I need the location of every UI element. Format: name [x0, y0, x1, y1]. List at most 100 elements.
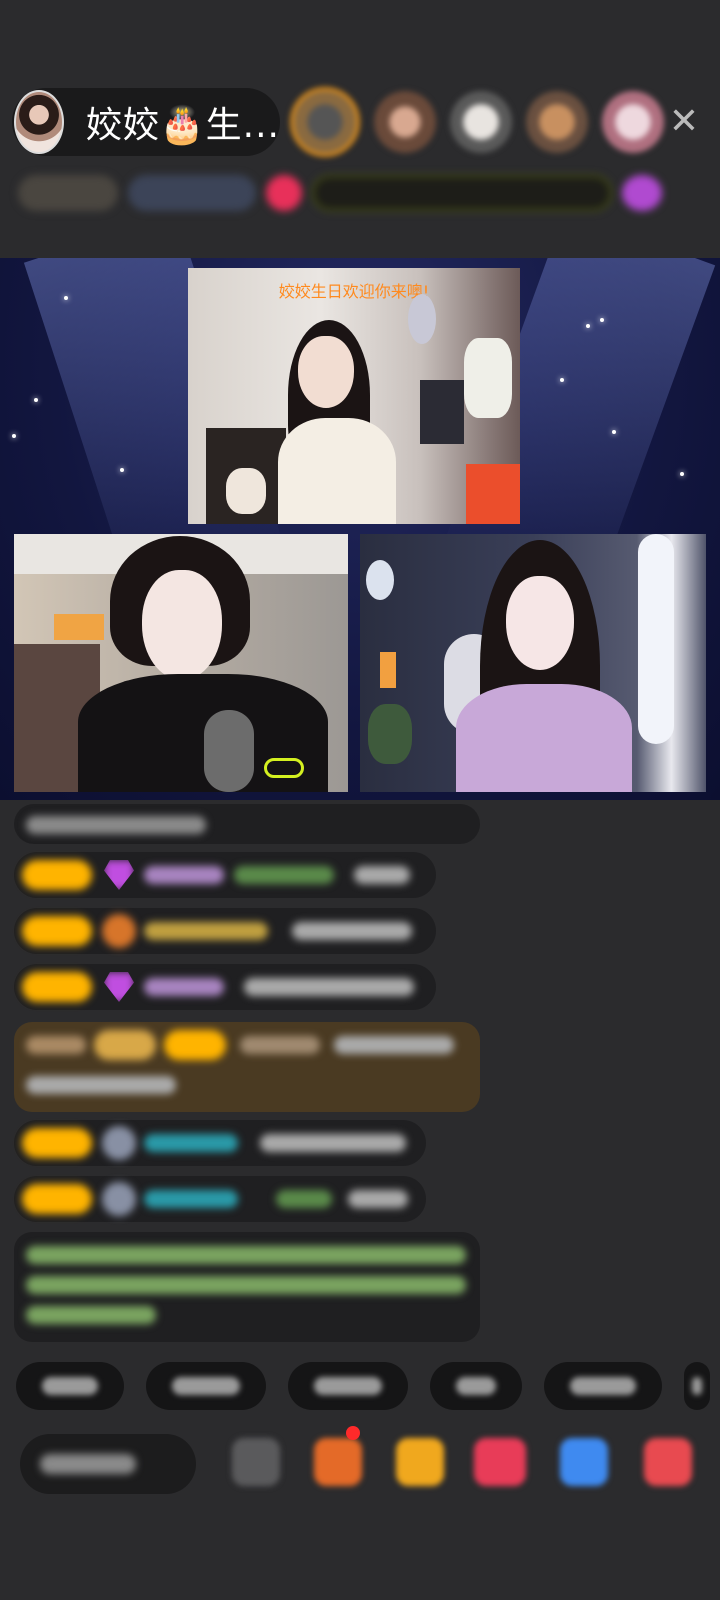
- star: [12, 434, 16, 438]
- activity-icon[interactable]: [622, 175, 662, 211]
- quick-reply-button[interactable]: [146, 1362, 266, 1410]
- message-text: [292, 922, 412, 940]
- level-badge: [22, 916, 92, 946]
- quick-reply-button[interactable]: [684, 1362, 710, 1410]
- user-avatar: [102, 1126, 136, 1160]
- message-text: [354, 866, 410, 884]
- balloon: [408, 294, 436, 344]
- quick-reply-row: [16, 1362, 720, 1412]
- live-room-screen: 姣姣🎂生... ✕ 姣姣生日欢迎你来噢!: [0, 0, 720, 1600]
- hour-rank-chip[interactable]: [128, 175, 256, 211]
- diamond-icon: [104, 860, 134, 890]
- notification-dot: [346, 1426, 360, 1440]
- quick-reply-button[interactable]: [544, 1362, 662, 1410]
- game-icon[interactable]: [314, 1438, 362, 1486]
- host-face: [298, 336, 354, 408]
- star: [600, 318, 604, 322]
- top-viewer-avatar[interactable]: [526, 91, 588, 153]
- lamp: [54, 614, 104, 640]
- guest-face: [142, 570, 222, 680]
- host-body: [278, 418, 396, 524]
- recharge-icon[interactable]: [474, 1438, 526, 1486]
- host-name[interactable]: 姣姣🎂生...: [86, 96, 280, 148]
- quick-reply-button[interactable]: [288, 1362, 408, 1410]
- guest-camera-left[interactable]: [14, 534, 348, 792]
- star: [34, 398, 38, 402]
- announcement-chip[interactable]: [312, 175, 612, 211]
- guest-body: [456, 684, 632, 792]
- message-text: [348, 1190, 408, 1208]
- username: [144, 1190, 238, 1208]
- level-badge: [22, 1128, 92, 1158]
- share-icon[interactable]: [560, 1438, 608, 1486]
- message-text: [334, 1036, 454, 1054]
- quick-reply-button[interactable]: [430, 1362, 522, 1410]
- username: [144, 866, 224, 884]
- gift-text: [234, 866, 334, 884]
- host-hands: [226, 468, 266, 514]
- medal-icon: [102, 914, 136, 948]
- top-viewers-row: [290, 86, 664, 158]
- chat-message: [14, 908, 436, 954]
- message-text: [260, 1134, 406, 1152]
- diamond-icon: [104, 972, 134, 1002]
- star: [612, 430, 616, 434]
- gift-icon[interactable]: [396, 1438, 444, 1486]
- user-avatar: [102, 1182, 136, 1216]
- star: [560, 378, 564, 382]
- system-text: [26, 1246, 466, 1264]
- chat-input[interactable]: [20, 1434, 196, 1494]
- top-viewer-avatar[interactable]: [602, 91, 664, 153]
- main-host-camera[interactable]: 姣姣生日欢迎你来噢!: [188, 268, 520, 524]
- noble-tag: [26, 1036, 86, 1054]
- vase: [380, 652, 396, 688]
- quick-reply-button[interactable]: [16, 1362, 124, 1410]
- wavy-lamp: [638, 534, 674, 744]
- fan-badge-icon[interactable]: [266, 175, 302, 211]
- live-stage: 姣姣生日欢迎你来噢!: [0, 258, 720, 800]
- star: [64, 296, 68, 300]
- star: [586, 324, 590, 328]
- chat-message: [14, 804, 480, 844]
- room-badges-row: [18, 168, 698, 218]
- message-text: [26, 1076, 176, 1094]
- bottom-toolbar: [0, 1426, 720, 1506]
- top-viewer-avatar[interactable]: [450, 91, 512, 153]
- chat-message: [14, 964, 436, 1010]
- level-badge: [22, 972, 92, 1002]
- host-avatar[interactable]: [14, 90, 64, 154]
- chat-message: [14, 1176, 426, 1222]
- system-text: [26, 1306, 156, 1324]
- username: [144, 978, 224, 996]
- username: [240, 1036, 320, 1054]
- guest-camera-right[interactable]: [360, 534, 706, 792]
- chat-message: [14, 852, 436, 898]
- message-text: [244, 978, 414, 996]
- plant: [368, 704, 412, 764]
- top-viewer-avatar[interactable]: [374, 91, 436, 153]
- message-text: [26, 816, 206, 834]
- mic-light: [264, 758, 304, 778]
- system-message: [14, 1232, 480, 1342]
- chat-message: [14, 1120, 426, 1166]
- camera-caption: 姣姣生日欢迎你来噢!: [278, 282, 430, 301]
- emoji-icon[interactable]: [232, 1438, 280, 1486]
- rank-chip[interactable]: [18, 175, 118, 211]
- top-viewer-avatar[interactable]: [290, 87, 360, 157]
- flower-decor: [366, 560, 394, 600]
- photo-frame: [420, 380, 464, 444]
- more-icon[interactable]: [644, 1438, 692, 1486]
- close-icon[interactable]: ✕: [664, 102, 704, 142]
- guest-face: [506, 576, 574, 670]
- level-badge: [164, 1030, 226, 1060]
- star: [680, 472, 684, 476]
- flower-bouquet: [464, 338, 512, 418]
- host-info-pill[interactable]: 姣姣🎂生...: [12, 88, 280, 156]
- level-badge: [22, 1184, 92, 1214]
- noble-badge: [94, 1030, 156, 1060]
- gift-text: [276, 1190, 332, 1208]
- decoration: [466, 464, 520, 524]
- star: [120, 468, 124, 472]
- highlight-message: [14, 1022, 480, 1112]
- level-badge: [22, 860, 92, 890]
